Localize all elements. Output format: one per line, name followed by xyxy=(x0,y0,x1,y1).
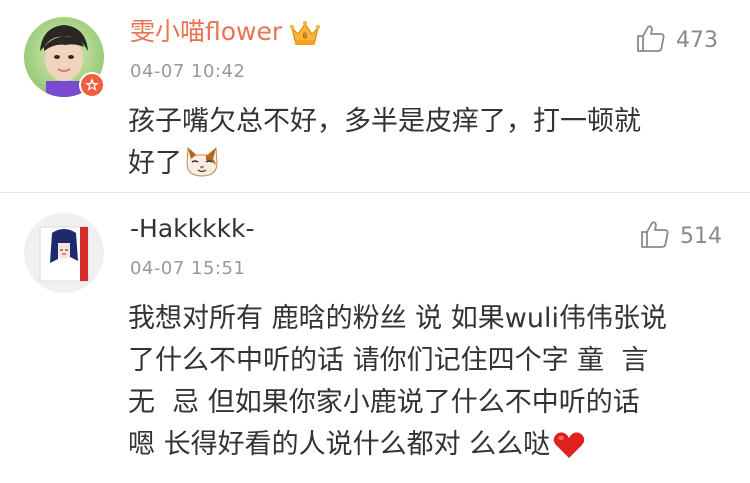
timestamp: 04-07 15:51 xyxy=(130,258,246,279)
thumbs-up-icon xyxy=(636,23,666,57)
thumbs-up-icon xyxy=(640,219,670,253)
comment-text-line: 嗯 长得好看的人说什么都对 么么哒 xyxy=(128,422,586,467)
comment-text-line: 了什么不中听的话 请你们记住四个字 童 言 xyxy=(128,345,649,376)
like-count: 514 xyxy=(680,223,722,249)
verified-badge xyxy=(79,72,105,98)
comment-text-line: 无 忌 但如果你家小鹿说了什么不中听的话 xyxy=(128,387,640,418)
user-avatar[interactable] xyxy=(24,213,104,293)
like-button[interactable]: 473 xyxy=(636,22,718,58)
cat-face-emoji-icon xyxy=(184,145,220,186)
username[interactable]: 雯小喵flower xyxy=(130,17,282,47)
like-button[interactable]: 514 xyxy=(640,218,722,254)
svg-text:6: 6 xyxy=(303,32,308,41)
crown-icon: 6 xyxy=(289,19,321,51)
like-count: 473 xyxy=(676,27,718,53)
comment-text-line: 孩子嘴欠总不好，多半是皮痒了，打一顿就 xyxy=(128,106,641,137)
comment-text-line: 好了 xyxy=(128,141,220,186)
comment-text-line: 我想对所有 鹿晗的粉丝 说 如果wuli伟伟张说 xyxy=(128,303,667,334)
red-heart-emoji-icon xyxy=(552,430,586,467)
timestamp: 04-07 10:42 xyxy=(130,61,246,82)
username[interactable]: -Hakkkkk- xyxy=(130,214,255,244)
divider xyxy=(0,192,750,193)
